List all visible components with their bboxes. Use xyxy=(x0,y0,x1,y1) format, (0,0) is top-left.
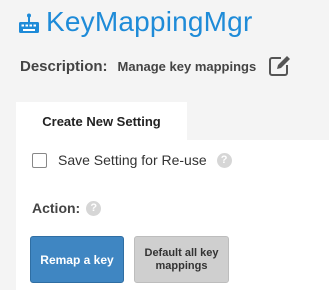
app-title: KeyMappingMgr xyxy=(46,6,253,37)
default-all-key-mappings-button[interactable]: Default all key mappings xyxy=(134,236,229,283)
description-value: Manage key mappings xyxy=(117,58,257,74)
tab-bar: Create New Setting xyxy=(16,102,187,140)
save-setting-checkbox[interactable] xyxy=(32,152,47,168)
action-row: Action: ? xyxy=(32,200,102,216)
keyboard-icon xyxy=(19,13,39,33)
action-help-icon[interactable]: ? xyxy=(86,200,102,216)
app-header: KeyMappingMgr xyxy=(18,4,252,40)
save-setting-label[interactable]: Save Setting for Re-use xyxy=(58,152,207,168)
action-label: Action: xyxy=(32,200,81,216)
remap-key-button[interactable]: Remap a key xyxy=(30,236,124,283)
tab-create-new-setting[interactable]: Create New Setting xyxy=(16,102,187,140)
help-icon[interactable]: ? xyxy=(216,152,232,168)
description-label: Description: xyxy=(20,57,108,75)
description-row: Description: Manage key mappings xyxy=(20,54,292,78)
settings-panel: Save Setting for Re-use ? Action: ? Rema… xyxy=(16,140,329,290)
save-setting-row: Save Setting for Re-use ? xyxy=(32,152,232,168)
edit-icon[interactable] xyxy=(268,55,292,77)
